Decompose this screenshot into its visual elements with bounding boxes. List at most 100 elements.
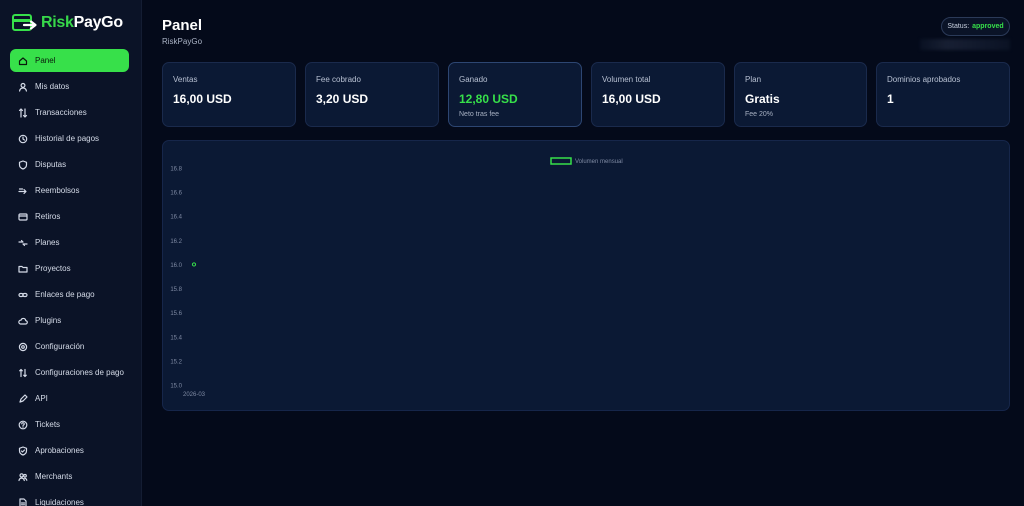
stat-card-ventas: Ventas 16,00 USD	[162, 62, 296, 127]
sidebar-item-aprobaciones[interactable]: Aprobaciones	[10, 439, 129, 462]
sidebar-item-enlaces-de-pago[interactable]: Enlaces de pago	[10, 283, 129, 306]
document-icon	[18, 497, 28, 506]
legend-swatch	[550, 157, 572, 165]
sidebar-item-label: Aprobaciones	[35, 446, 84, 455]
y-tick-label: 16.6	[170, 191, 182, 197]
y-tick-label: 16.2	[170, 239, 182, 245]
plans-icon	[18, 238, 28, 248]
sidebar: RiskPayGo Panel Mis datos Transacciones His…	[0, 0, 142, 506]
stat-value: 12,80 USD	[459, 92, 518, 106]
sort-icon	[18, 368, 28, 378]
sidebar-item-disputas[interactable]: Disputas	[10, 153, 129, 176]
sidebar-item-label: Planes	[35, 238, 60, 247]
x-tick-label: 2026-03	[183, 392, 206, 398]
y-tick-label: 15.8	[170, 287, 182, 293]
stat-value: 16,00 USD	[602, 92, 661, 106]
refund-icon	[18, 186, 28, 196]
sidebar-item-reembolsos[interactable]: Reembolsos	[10, 179, 129, 202]
sidebar-item-proyectos[interactable]: Proyectos	[10, 257, 129, 280]
data-point	[191, 262, 197, 267]
pen-icon	[18, 393, 28, 404]
status-value: approved	[972, 23, 1004, 30]
link-icon	[18, 290, 28, 300]
sidebar-item-label: Plugins	[35, 316, 62, 325]
sidebar-item-label: Reembolsos	[35, 186, 80, 195]
sidebar-item-api[interactable]: API	[10, 387, 129, 410]
card-arrow-logo-icon	[12, 14, 37, 31]
stat-value: 1	[887, 92, 894, 106]
sidebar-item-planes[interactable]: Planes	[10, 231, 129, 254]
user-icon	[18, 82, 28, 92]
sidebar-item-label: Transacciones	[35, 108, 87, 117]
y-tick-label: 16.0	[170, 263, 182, 269]
stat-card-fee: Fee cobrado 3,20 USD	[305, 62, 439, 127]
shield-icon	[18, 159, 28, 170]
sidebar-item-tickets[interactable]: Tickets	[10, 413, 129, 436]
y-tick-label: 16.8	[170, 167, 182, 173]
stat-value: 16,00 USD	[173, 92, 232, 106]
sidebar-item-label: Liquidaciones	[35, 498, 84, 506]
y-tick-label: 15.0	[170, 384, 182, 390]
sidebar-item-label: Historial de pagos	[35, 134, 100, 143]
stat-label: Ganado	[459, 75, 488, 84]
history-icon	[18, 134, 28, 144]
stat-card-plan: Plan Gratis Fee 20%	[734, 62, 867, 127]
stat-note: Fee 20%	[745, 111, 774, 118]
y-tick-label: 15.6	[170, 311, 182, 317]
stat-label: Fee cobrado	[316, 75, 361, 84]
y-tick-label: 15.2	[170, 359, 182, 365]
sidebar-item-label: Mis datos	[35, 82, 70, 91]
sidebar-item-label: Proyectos	[35, 264, 71, 273]
sidebar-item-panel[interactable]: Panel	[10, 49, 129, 72]
stat-label: Dominios aprobados	[887, 75, 961, 84]
sidebar-item-label: Configuraciones de pago	[35, 368, 124, 377]
sidebar-item-plugins[interactable]: Plugins	[10, 309, 129, 332]
settings-icon	[18, 342, 28, 352]
card-icon	[18, 212, 28, 222]
stat-card-dominios: Dominios aprobados 1	[876, 62, 1010, 127]
sidebar-item-transacciones[interactable]: Transacciones	[10, 101, 129, 124]
stat-card-ganado: Ganado 12,80 USD Neto tras fee	[448, 62, 582, 127]
sidebar-item-configuracion[interactable]: Configuración	[10, 335, 129, 358]
stat-label: Plan	[745, 75, 762, 84]
page-subtitle: RiskPayGo	[162, 37, 203, 46]
folder-icon	[18, 264, 28, 274]
sidebar-item-historial-de-pagos[interactable]: Historial de pagos	[10, 127, 129, 150]
stat-label: Ventas	[173, 75, 198, 84]
status-badge: Status: approved	[941, 17, 1010, 36]
y-tick-label: 15.4	[170, 335, 182, 341]
blurred-account-info	[920, 39, 1010, 50]
sidebar-item-label: Merchants	[35, 472, 73, 481]
sidebar-item-label: API	[35, 394, 48, 403]
check-icon	[18, 445, 28, 456]
sidebar-item-mis-datos[interactable]: Mis datos	[10, 75, 129, 98]
transfer-icon	[18, 107, 28, 118]
help-icon	[18, 420, 28, 430]
stat-value: Gratis	[745, 92, 780, 106]
sidebar-item-liquidaciones[interactable]: Liquidaciones	[10, 491, 129, 506]
stat-card-volumen: Volumen total 16,00 USD	[591, 62, 725, 127]
status-label: Status:	[947, 23, 970, 30]
users-icon	[18, 472, 28, 482]
brand-name: RiskPayGo	[41, 14, 123, 31]
chart-svg: 16.8 16.6 16.4 16.2 16.0 15.8 15.6 15.4 15.2 15.0…	[170, 157, 623, 398]
sidebar-item-label: Configuración	[35, 342, 85, 351]
home-icon	[18, 56, 28, 66]
brand-logo[interactable]: RiskPayGo	[12, 10, 123, 36]
sidebar-nav: Panel Mis datos Transacciones Historial de …	[0, 49, 141, 506]
sidebar-item-label: Panel	[35, 56, 56, 65]
sidebar-item-configuraciones-de-pago[interactable]: Configuraciones de pago	[10, 361, 129, 384]
sidebar-item-label: Tickets	[35, 420, 61, 429]
sidebar-item-merchants[interactable]: Merchants	[10, 465, 129, 488]
sidebar-item-label: Enlaces de pago	[35, 290, 95, 299]
legend-label: Volumen mensual	[575, 159, 623, 165]
stat-value: 3,20 USD	[316, 92, 369, 106]
sidebar-item-label: Retiros	[35, 212, 61, 221]
y-tick-label: 16.4	[170, 215, 182, 221]
page-title: Panel	[162, 17, 203, 34]
sidebar-item-retiros[interactable]: Retiros	[10, 205, 129, 228]
sidebar-item-label: Disputas	[35, 160, 67, 169]
stat-note: Neto tras fee	[459, 111, 500, 118]
monthly-volume-chart: 16.8 16.6 16.4 16.2 16.0 15.8 15.6 15.4 15.2 15.0…	[162, 140, 1010, 411]
cloud-icon	[18, 316, 28, 326]
